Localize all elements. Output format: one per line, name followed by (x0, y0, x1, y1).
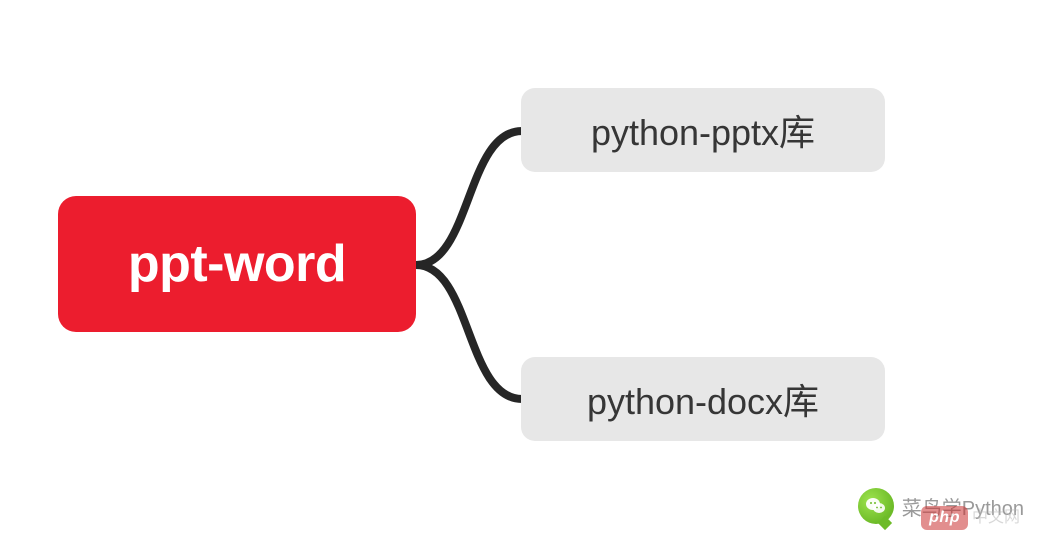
root-label: ppt-word (128, 234, 346, 294)
connector-lines (416, 125, 526, 405)
mindmap-root-node: ppt-word (58, 196, 416, 332)
php-watermark: php 中文网 (921, 503, 1020, 530)
child-label: python-docx库 (587, 373, 819, 425)
mindmap-child-node: python-pptx库 (521, 88, 885, 172)
child-label: python-pptx库 (591, 104, 815, 156)
php-suffix: 中文网 (972, 503, 1020, 527)
wechat-icon (858, 488, 894, 524)
mindmap-child-node: python-docx库 (521, 357, 885, 441)
chat-icon (866, 497, 886, 515)
php-badge: php (921, 506, 968, 530)
